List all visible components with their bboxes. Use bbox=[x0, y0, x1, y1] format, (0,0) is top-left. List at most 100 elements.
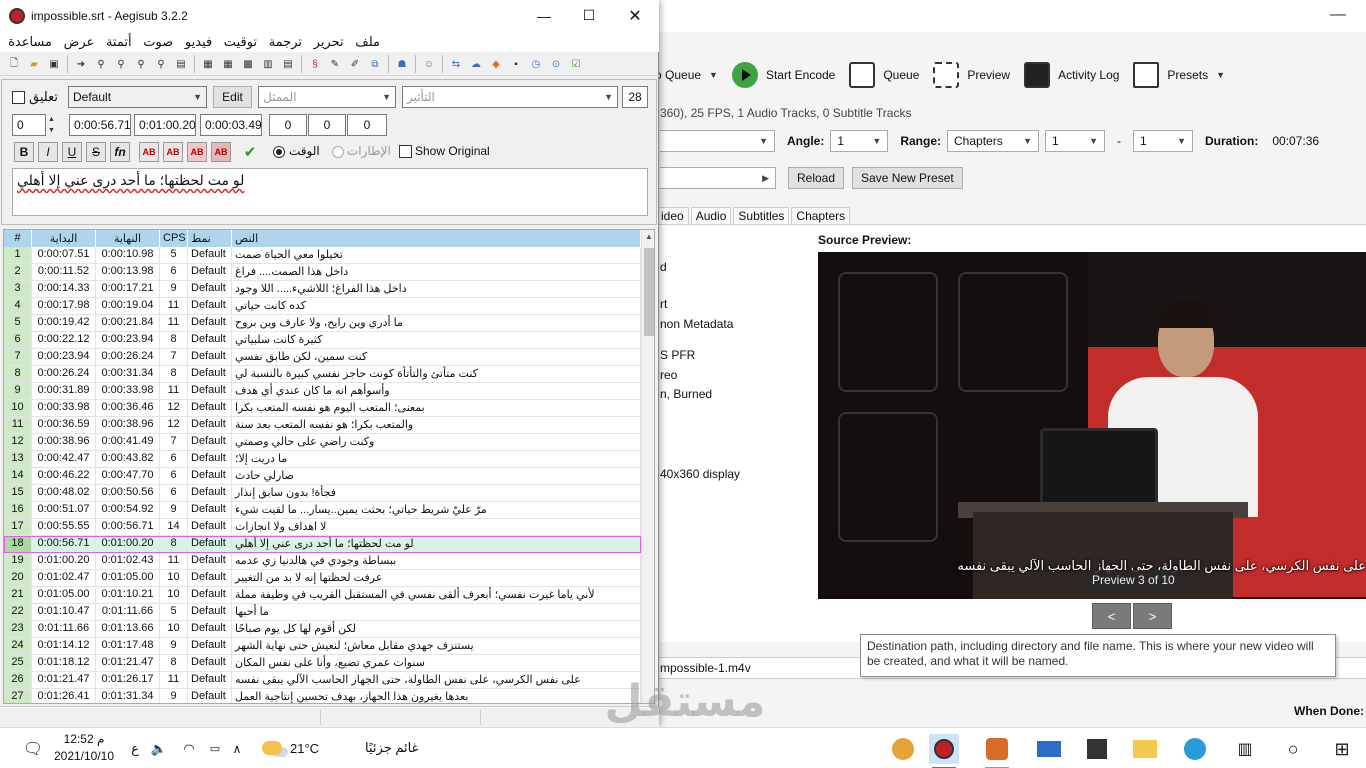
options-icon[interactable]: ☑ bbox=[568, 56, 584, 72]
app-mascot-icon[interactable] bbox=[888, 734, 918, 764]
menu-file[interactable]: ملف bbox=[355, 34, 380, 50]
secondary-color-button[interactable]: AB bbox=[163, 142, 183, 162]
table-row[interactable]: 21 0:01:05.00 0:01:10.21 10 Default لأني ياما… bbox=[4, 587, 641, 604]
preset-select[interactable]: ▶ bbox=[660, 167, 776, 189]
new-file-icon[interactable]: 🗋 bbox=[6, 56, 22, 72]
styles-manager-icon[interactable]: ▦ bbox=[200, 56, 216, 72]
start-encode-button[interactable]: Start Encode bbox=[731, 57, 835, 93]
zoom-in-icon[interactable]: ⚲ bbox=[93, 56, 109, 72]
previous-preview-button[interactable]: < bbox=[1092, 603, 1131, 629]
table-row[interactable]: 7 0:00:23.94 0:00:26.24 7 Default كنت سمين، ل… bbox=[4, 349, 641, 366]
table-row[interactable]: 3 0:00:14.33 0:00:17.21 9 Default داخل هذا ال… bbox=[4, 281, 641, 298]
queue-button[interactable]: Queue bbox=[849, 57, 919, 93]
menu-automation[interactable]: أتمتة bbox=[106, 34, 132, 50]
volume-icon[interactable]: 🔈 bbox=[150, 728, 168, 768]
app-handbrake-icon[interactable] bbox=[982, 734, 1012, 768]
timing-postprocessor-icon[interactable]: ⇆ bbox=[448, 56, 464, 72]
presets-button[interactable]: Presets ▼ bbox=[1133, 57, 1225, 93]
table-row[interactable]: 22 0:01:10.47 0:01:11.66 5 Default ما أحبها bbox=[4, 604, 641, 621]
battery-icon[interactable]: ▭ bbox=[205, 728, 225, 768]
commit-check-icon[interactable]: ✔ bbox=[240, 142, 260, 162]
table-row[interactable]: 4 0:00:17.98 0:00:19.04 11 Default كده كانت ح… bbox=[4, 298, 641, 315]
header-cps[interactable]: CPS bbox=[160, 230, 188, 247]
video-details-icon[interactable]: ▪ bbox=[508, 56, 524, 72]
italic-button[interactable]: I bbox=[38, 142, 58, 162]
margin-right-field[interactable]: 0 bbox=[308, 114, 346, 136]
subtitle-text-area[interactable]: لو مت لحظتها؛ ما أحد درى عني إلا أهلي bbox=[12, 168, 648, 216]
bold-button[interactable]: B bbox=[14, 142, 34, 162]
find-icon[interactable]: ⚲ bbox=[133, 56, 149, 72]
header-end[interactable]: النهاية bbox=[96, 230, 160, 247]
menu-video[interactable]: فيديو bbox=[185, 34, 212, 50]
table-row[interactable]: 11 0:00:36.59 0:00:38.96 12 Default والمتعب ب… bbox=[4, 417, 641, 434]
underline-button[interactable]: U bbox=[62, 142, 82, 162]
table-row[interactable]: 23 0:01:11.66 0:01:13.66 10 Default لكن أقوم … bbox=[4, 621, 641, 638]
table-row[interactable]: 27 0:01:26.41 0:01:31.34 9 Default بعدها يغير… bbox=[4, 689, 641, 703]
activity-log-button[interactable]: Activity Log bbox=[1024, 57, 1119, 93]
table-row[interactable]: 26 0:01:21.47 0:01:26.17 11 Default على نفس ا… bbox=[4, 672, 641, 689]
open-folder-icon[interactable]: ▰ bbox=[26, 56, 42, 72]
translation-icon[interactable]: ⧉ bbox=[367, 56, 383, 72]
snap-icon[interactable]: ▤ bbox=[173, 56, 189, 72]
table-row[interactable]: 13 0:00:42.47 0:00:43.82 6 Default ما دريت إل… bbox=[4, 451, 641, 468]
search-icon[interactable]: ○ bbox=[1278, 734, 1308, 764]
menu-subtitle[interactable]: ترجمة bbox=[269, 34, 302, 50]
header-style[interactable]: نمط bbox=[188, 230, 232, 247]
angle-select[interactable]: 1 ▼ bbox=[830, 130, 889, 152]
spell-check-icon[interactable]: ✐ bbox=[347, 56, 363, 72]
resample-icon[interactable]: ☁ bbox=[468, 56, 484, 72]
preview-button[interactable]: Preview bbox=[933, 57, 1010, 93]
table-row[interactable]: 2 0:00:11.52 0:00:13.98 6 Default داخل هذا ال… bbox=[4, 264, 641, 281]
menu-view[interactable]: عرض bbox=[64, 34, 95, 50]
header-number[interactable]: # bbox=[4, 230, 32, 247]
edit-style-button[interactable]: Edit bbox=[213, 86, 252, 108]
chevron-up-icon[interactable]: ∧ bbox=[230, 728, 244, 768]
header-start[interactable]: البداية bbox=[32, 230, 96, 247]
video-timing-icon[interactable]: ⊙ bbox=[548, 56, 564, 72]
strikeout-button[interactable]: S bbox=[86, 142, 106, 162]
shadow-color-button[interactable]: AB bbox=[211, 142, 231, 162]
start-time-field[interactable]: 0:00:56.71 bbox=[69, 114, 131, 136]
file-explorer-icon[interactable] bbox=[1130, 734, 1160, 764]
table-row[interactable]: 9 0:00:31.89 0:00:33.98 11 Default وأسوأهم ان… bbox=[4, 383, 641, 400]
table-row[interactable]: 14 0:00:46.22 0:00:47.70 6 Default صارلي حادث bbox=[4, 468, 641, 485]
reload-button[interactable]: Reload bbox=[788, 167, 845, 189]
table-row[interactable]: 25 0:01:18.12 0:01:21.47 8 Default سنوات عمري… bbox=[4, 655, 641, 672]
table-row[interactable]: 10 0:00:33.98 0:00:36.46 12 Default بمعنى؛ ال… bbox=[4, 400, 641, 417]
kanji-timer-icon[interactable]: ☺ bbox=[421, 56, 437, 72]
table-row[interactable]: 15 0:00:48.02 0:00:50.56 6 Default فجأة! بدون… bbox=[4, 485, 641, 502]
table-row[interactable]: 8 0:00:26.24 0:00:31.34 8 Default كنت متأتئ و… bbox=[4, 366, 641, 383]
end-time-field[interactable]: 0:01:00.20 bbox=[134, 114, 196, 136]
table-row[interactable]: 24 0:01:14.12 0:01:17.48 9 Default يستنزف جهد… bbox=[4, 638, 641, 655]
maximize-icon[interactable]: ☐ bbox=[566, 0, 612, 31]
store-icon[interactable] bbox=[1082, 734, 1112, 764]
outline-color-button[interactable]: AB bbox=[187, 142, 207, 162]
style-assistant-icon[interactable]: ▦ bbox=[220, 56, 236, 72]
duration-field[interactable]: 0:00:03.49 bbox=[200, 114, 262, 136]
app-aegisub-icon[interactable] bbox=[929, 734, 959, 768]
minimize-icon[interactable]: — bbox=[1330, 6, 1346, 24]
add-to-queue-dropdown[interactable]: o Queue ▼ bbox=[655, 57, 718, 93]
shift-times-icon[interactable]: ☗ bbox=[394, 56, 410, 72]
table-row[interactable]: 16 0:00:51.07 0:00:54.92 9 Default مرّ عليّ ش… bbox=[4, 502, 641, 519]
menu-help[interactable]: مساعدة bbox=[8, 34, 52, 50]
table-row[interactable]: 17 0:00:55.55 0:00:56.71 14 Default لا اهداف … bbox=[4, 519, 641, 536]
pen-icon[interactable]: ✎ bbox=[327, 56, 343, 72]
save-icon[interactable]: ▣ bbox=[46, 56, 62, 72]
font-button[interactable]: fn bbox=[110, 142, 130, 162]
jump-icon[interactable]: ➜ bbox=[73, 56, 89, 72]
table-row[interactable]: 6 0:00:22.12 0:00:23.94 8 Default كثيرة كانت … bbox=[4, 332, 641, 349]
attachments-icon[interactable]: ▩ bbox=[240, 56, 256, 72]
automation-icon[interactable]: § bbox=[307, 56, 323, 72]
style-select[interactable]: Default ▼ bbox=[68, 86, 207, 108]
fish-icon[interactable]: ◆ bbox=[488, 56, 504, 72]
scrollbar-thumb[interactable] bbox=[644, 248, 654, 336]
windows-start-icon[interactable]: ⊞ bbox=[1327, 734, 1357, 764]
range-type-select[interactable]: Chapters ▼ bbox=[947, 130, 1040, 152]
range-from-select[interactable]: 1 ▼ bbox=[1045, 130, 1106, 152]
effect-select[interactable]: التأثير ▼ bbox=[402, 86, 618, 108]
tab-video[interactable]: ideo bbox=[656, 207, 689, 225]
close-icon[interactable]: ✕ bbox=[612, 0, 658, 31]
fonts-collector-icon[interactable]: ▥ bbox=[260, 56, 276, 72]
selected-table-row[interactable]: 18 0:00:56.71 0:01:00.20 8 Default لو مت لحظت… bbox=[4, 536, 641, 553]
